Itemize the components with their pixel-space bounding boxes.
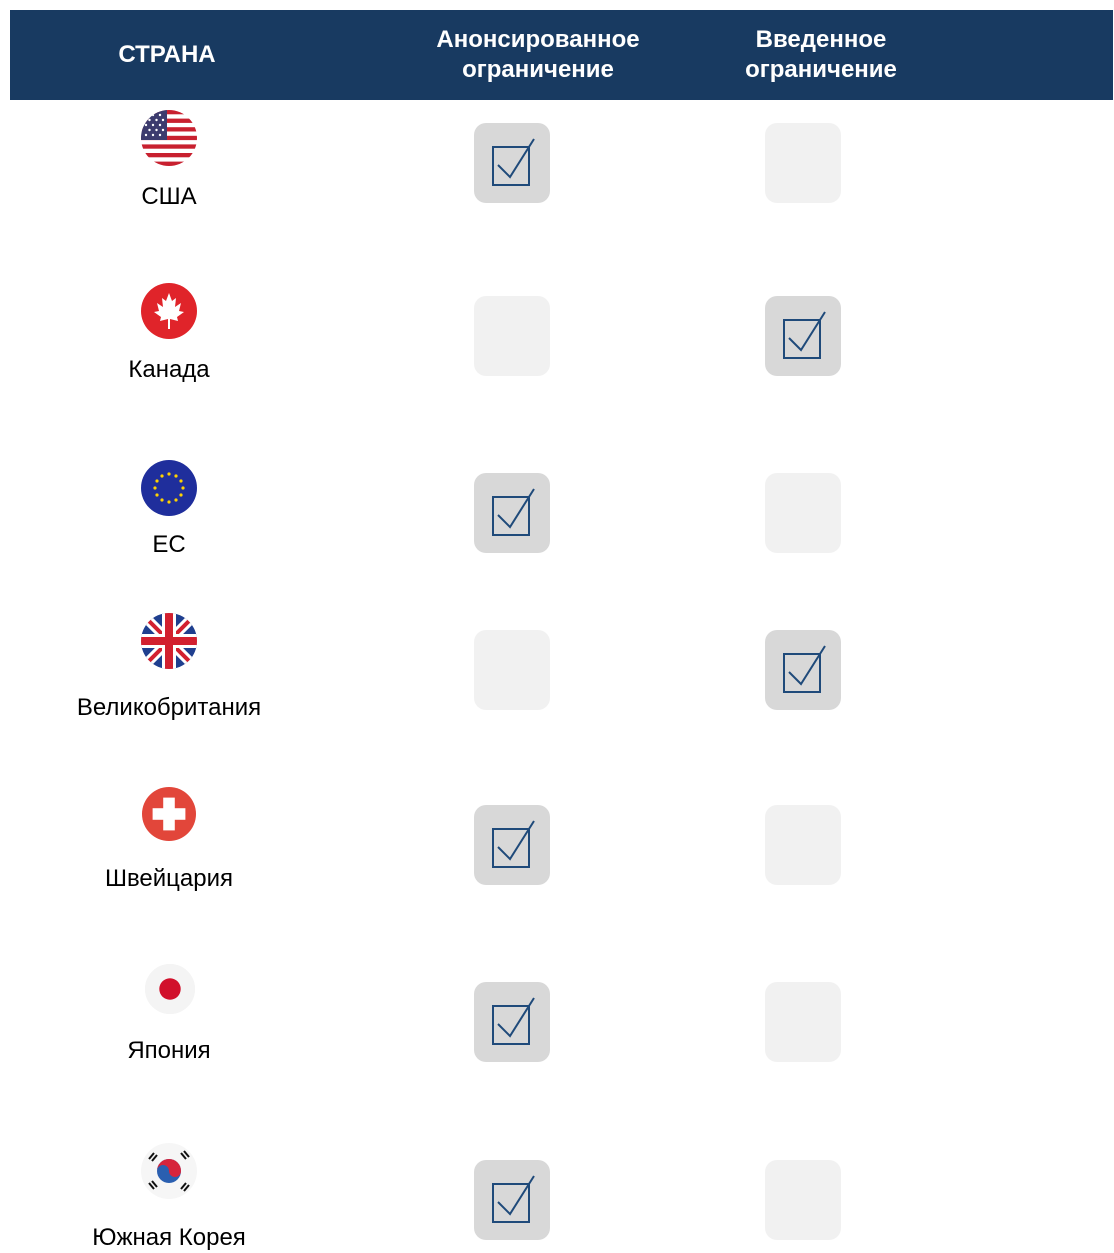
check-icon [492, 820, 535, 868]
header-announced: Анонсированное ограничение [436, 26, 640, 83]
header-imposed: Введенное ограничение [745, 26, 897, 83]
eu-flag-icon [141, 460, 197, 516]
table-row: Южная Корея [0, 1143, 1114, 1252]
imposed-checkbox[interactable] [765, 982, 841, 1062]
country-name: Южная Корея [92, 1224, 246, 1251]
table-row: ЕС [0, 460, 1114, 590]
announced-checkbox[interactable] [474, 296, 550, 376]
us-flag-icon [141, 110, 197, 166]
imposed-checkbox[interactable] [765, 123, 841, 203]
table-row: Швейцария [0, 787, 1114, 917]
check-icon [492, 1175, 535, 1223]
table-row: Канада [0, 283, 1114, 413]
switzerland-flag-icon [142, 787, 196, 841]
table-row: Великобритания [0, 613, 1114, 743]
country-name: Великобритания [76, 694, 262, 721]
country-name: США [141, 183, 197, 210]
check-icon [783, 311, 826, 359]
table-row: Япония [0, 964, 1114, 1094]
country-name: Канада [128, 356, 210, 383]
table-header: СТРАНА Анонсированное ограничение Введен… [10, 10, 1113, 100]
imposed-checkbox[interactable] [765, 1160, 841, 1240]
imposed-checkbox[interactable] [765, 805, 841, 885]
announced-checkbox[interactable] [474, 805, 550, 885]
announced-checkbox[interactable] [474, 982, 550, 1062]
uk-flag-icon [141, 613, 197, 669]
imposed-checkbox[interactable] [765, 630, 841, 710]
japan-flag-icon [145, 964, 195, 1014]
table-row: США [0, 110, 1114, 240]
announced-checkbox[interactable] [474, 1160, 550, 1240]
announced-checkbox[interactable] [474, 123, 550, 203]
imposed-checkbox[interactable] [765, 473, 841, 553]
header-country: СТРАНА [118, 41, 216, 68]
announced-checkbox[interactable] [474, 630, 550, 710]
check-icon [492, 997, 535, 1045]
check-icon [783, 645, 826, 693]
announced-checkbox[interactable] [474, 473, 550, 553]
canada-flag-icon [141, 283, 197, 339]
south-korea-flag-icon [141, 1143, 197, 1199]
country-name: ЕС [152, 531, 186, 558]
country-name: Швейцария [104, 865, 234, 892]
imposed-checkbox[interactable] [765, 296, 841, 376]
check-icon [492, 138, 535, 186]
country-name: Япония [127, 1037, 211, 1064]
check-icon [492, 488, 535, 536]
